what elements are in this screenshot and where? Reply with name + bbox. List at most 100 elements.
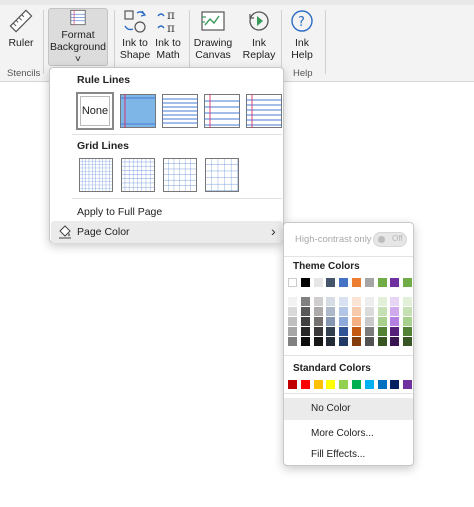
rule-lines-narrow-option[interactable] xyxy=(162,94,198,128)
fill-effects-item[interactable]: Fill Effects... xyxy=(311,449,365,460)
theme-color-swatch[interactable] xyxy=(339,278,349,287)
theme-shade-swatch[interactable] xyxy=(377,297,387,306)
standard-color-swatch[interactable] xyxy=(339,380,349,389)
theme-shade-swatch[interactable] xyxy=(403,307,413,316)
rule-lines-blue-option[interactable] xyxy=(120,94,156,128)
theme-color-swatch[interactable] xyxy=(364,278,374,287)
theme-shade-swatch[interactable] xyxy=(352,317,361,326)
theme-color-swatch[interactable] xyxy=(403,278,413,287)
theme-shade-swatch[interactable] xyxy=(403,337,413,346)
menu-divider xyxy=(284,256,413,257)
more-colors-item[interactable]: More Colors... xyxy=(311,428,374,439)
ink-replay-button[interactable]: Ink Replay xyxy=(243,8,275,66)
theme-shade-swatch[interactable] xyxy=(339,317,349,326)
theme-shade-swatch[interactable] xyxy=(288,337,297,346)
theme-shade-swatch[interactable] xyxy=(364,337,374,346)
standard-color-swatch[interactable] xyxy=(300,380,310,389)
theme-shade-swatch[interactable] xyxy=(300,337,310,346)
theme-shade-swatch[interactable] xyxy=(377,317,387,326)
theme-color-swatch[interactable] xyxy=(390,278,400,287)
theme-shade-swatch[interactable] xyxy=(403,327,413,336)
ink-to-math-button[interactable]: π π Ink to Math xyxy=(153,8,183,66)
theme-shade-swatch[interactable] xyxy=(352,307,361,316)
theme-shade-swatch[interactable] xyxy=(326,317,336,326)
theme-shade-swatch[interactable] xyxy=(313,307,323,316)
theme-color-swatch[interactable] xyxy=(377,278,387,287)
theme-color-swatch[interactable] xyxy=(288,278,297,287)
theme-shade-swatch[interactable] xyxy=(288,297,297,306)
theme-shade-swatch[interactable] xyxy=(364,327,374,336)
format-background-icon xyxy=(70,9,86,26)
theme-shade-swatch[interactable] xyxy=(326,307,336,316)
standard-color-swatch[interactable] xyxy=(390,380,400,389)
rule-lines-none-option[interactable]: None xyxy=(76,92,114,130)
theme-shade-swatch[interactable] xyxy=(300,307,310,316)
theme-shade-swatch[interactable] xyxy=(352,327,361,336)
grid-lines-heading: Grid Lines xyxy=(77,140,129,152)
theme-shade-swatch[interactable] xyxy=(313,297,323,306)
drawing-canvas-button[interactable]: Drawing Canvas xyxy=(193,8,233,66)
ink-help-button[interactable]: ? Ink Help xyxy=(287,8,317,66)
theme-shade-swatch[interactable] xyxy=(313,337,323,346)
theme-shade-swatch[interactable] xyxy=(377,337,387,346)
ruler-button[interactable]: Ruler xyxy=(6,8,36,66)
standard-color-swatch[interactable] xyxy=(313,380,323,389)
grid-lines-small-option[interactable] xyxy=(78,158,114,192)
theme-shade-swatch[interactable] xyxy=(364,317,374,326)
theme-color-swatch[interactable] xyxy=(300,278,310,287)
grid-lines-large-option[interactable] xyxy=(162,158,198,192)
theme-shade-swatch[interactable] xyxy=(352,337,361,346)
standard-color-swatch[interactable] xyxy=(326,380,336,389)
theme-shade-swatch[interactable] xyxy=(300,327,310,336)
theme-shade-swatch[interactable] xyxy=(326,327,336,336)
apply-to-full-page-item[interactable]: Apply to Full Page xyxy=(77,206,162,218)
ink-to-math-label-2: Math xyxy=(156,49,180,61)
theme-shade-swatch[interactable] xyxy=(377,307,387,316)
theme-shade-swatch[interactable] xyxy=(403,297,413,306)
theme-shade-swatch[interactable] xyxy=(339,307,349,316)
ink-to-shape-icon xyxy=(124,10,147,33)
theme-shade-swatch[interactable] xyxy=(313,327,323,336)
theme-color-swatch[interactable] xyxy=(352,278,361,287)
ruler-icon xyxy=(9,9,33,33)
standard-color-swatch[interactable] xyxy=(352,380,361,389)
ink-to-shape-button[interactable]: Ink to Shape xyxy=(118,8,152,66)
standard-color-swatch[interactable] xyxy=(364,380,374,389)
theme-shade-swatch[interactable] xyxy=(339,337,349,346)
rule-lines-wide-option[interactable] xyxy=(246,94,282,128)
grid-lines-medium-option[interactable] xyxy=(120,158,156,192)
standard-color-swatch[interactable] xyxy=(403,380,413,389)
theme-color-swatch[interactable] xyxy=(313,278,323,287)
theme-shade-swatch[interactable] xyxy=(390,307,400,316)
theme-shade-swatch[interactable] xyxy=(390,327,400,336)
grid-lines-xlarge-option[interactable] xyxy=(204,158,240,192)
theme-shade-swatch[interactable] xyxy=(390,297,400,306)
theme-shade-swatch[interactable] xyxy=(339,297,349,306)
toggle-state-label: Off xyxy=(392,234,403,243)
format-background-button[interactable]: Format Background ˅ xyxy=(48,8,108,66)
theme-shade-swatch[interactable] xyxy=(352,297,361,306)
theme-shade-swatch[interactable] xyxy=(288,307,297,316)
high-contrast-toggle[interactable]: Off xyxy=(373,232,407,247)
theme-shade-swatch[interactable] xyxy=(300,317,310,326)
theme-shade-swatch[interactable] xyxy=(339,327,349,336)
no-color-item[interactable]: No Color xyxy=(284,398,413,420)
standard-color-swatch[interactable] xyxy=(288,380,297,389)
page-color-item[interactable]: Page Color › xyxy=(51,221,283,243)
theme-shade-swatch[interactable] xyxy=(326,337,336,346)
theme-shade-swatch[interactable] xyxy=(288,327,297,336)
theme-shade-swatch[interactable] xyxy=(364,297,374,306)
ribbon-separator xyxy=(114,10,115,74)
theme-shade-swatch[interactable] xyxy=(390,317,400,326)
theme-shade-swatch[interactable] xyxy=(377,327,387,336)
theme-shade-swatch[interactable] xyxy=(403,317,413,326)
theme-shade-swatch[interactable] xyxy=(364,307,374,316)
standard-color-swatch[interactable] xyxy=(377,380,387,389)
rule-lines-college-option[interactable] xyxy=(204,94,240,128)
theme-shade-swatch[interactable] xyxy=(390,337,400,346)
theme-shade-swatch[interactable] xyxy=(300,297,310,306)
theme-shade-swatch[interactable] xyxy=(288,317,297,326)
theme-shade-swatch[interactable] xyxy=(326,297,336,306)
theme-shade-swatch[interactable] xyxy=(313,317,323,326)
theme-color-swatch[interactable] xyxy=(326,278,336,287)
